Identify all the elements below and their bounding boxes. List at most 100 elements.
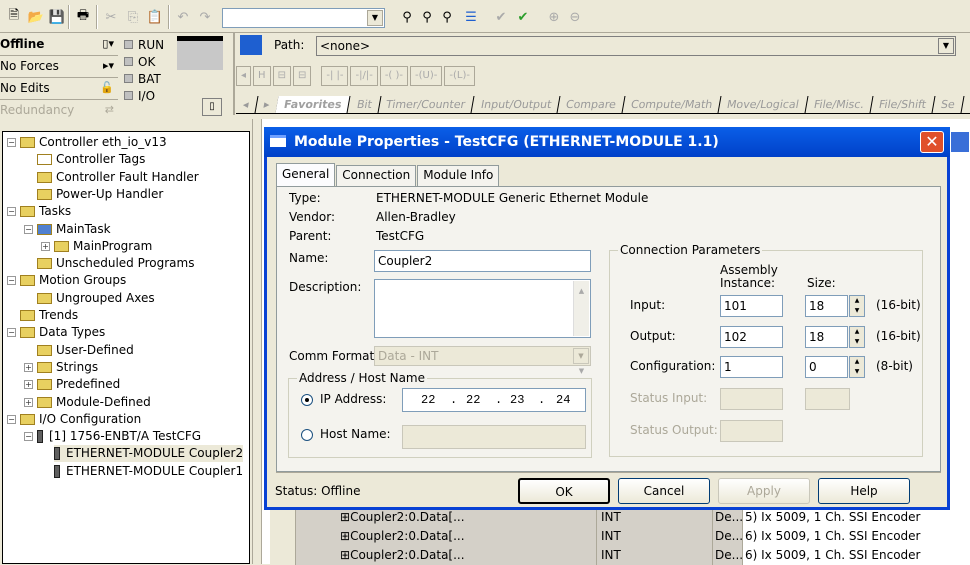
verify-routine-icon[interactable]: ✔ (490, 6, 512, 28)
chevron-down-icon[interactable]: ▼ (938, 38, 954, 54)
tree-node[interactable]: + Strings (24, 359, 98, 376)
tab-compute-math[interactable]: Compute/Math (622, 96, 722, 113)
tab-timer-counter[interactable]: Timer/Counter (377, 96, 476, 113)
search-combo[interactable]: ▼ (222, 8, 385, 28)
table-row[interactable]: ⊞Coupler2:0.Data[... INT De... 6) Ix 5009, … (270, 527, 970, 546)
tab-general[interactable]: General (276, 163, 336, 186)
size-spinner[interactable]: ▲ ▼ (849, 295, 865, 317)
ladder-otl-button[interactable]: -(L)- (444, 66, 475, 86)
row-header[interactable] (270, 527, 296, 546)
collapse-icon[interactable]: − (7, 138, 16, 147)
expand-icon[interactable]: + (24, 362, 33, 372)
size-field[interactable]: 0 (805, 356, 848, 378)
edits-status[interactable]: No Edits 🔓 (0, 78, 118, 100)
mode-dropdown-icon[interactable]: ▯▾ (102, 34, 114, 54)
copy-icon[interactable]: ⎘ (122, 6, 144, 28)
expand-icon[interactable]: + (24, 397, 33, 407)
forces-status[interactable]: No Forces ▸▾ (0, 56, 118, 78)
expand-icon[interactable]: ⊞ (340, 529, 350, 543)
size-field[interactable]: 18 (805, 326, 848, 348)
collapse-icon[interactable]: − (7, 328, 16, 338)
assembly-instance-field[interactable]: 1 (720, 356, 783, 378)
tree-node[interactable]: − Data Types (7, 324, 105, 341)
chevron-down-icon[interactable]: ▼ (573, 348, 589, 364)
tree-node[interactable]: + MainProgram (41, 238, 152, 255)
host-name-radio[interactable] (301, 429, 313, 441)
assembly-instance-field[interactable] (720, 420, 783, 442)
dialog-title-bar[interactable]: Module Properties - TestCFG (ETHERNET-MO… (264, 127, 950, 157)
expand-icon[interactable]: ⊞ (340, 510, 350, 524)
print-icon[interactable]: 🖶 (72, 6, 94, 28)
tree-node[interactable]: − I/O Configuration (7, 411, 141, 428)
assembly-instance-field[interactable]: 102 (720, 326, 783, 348)
apply-button[interactable]: Apply (718, 478, 810, 504)
ok-button[interactable]: OK (518, 478, 610, 504)
cut-icon[interactable]: ✂ (100, 6, 122, 28)
tree-node[interactable]: Ungrouped Axes (37, 290, 155, 307)
open-folder-icon[interactable]: 📂 (25, 6, 47, 28)
cancel-button[interactable]: Cancel (618, 478, 710, 504)
tree-node[interactable]: Controller Fault Handler (37, 169, 199, 186)
chevron-down-icon[interactable]: ▼ (367, 10, 383, 26)
tab-bit[interactable]: Bit (348, 96, 381, 113)
tab-file-shift[interactable]: File/Shift (870, 96, 936, 113)
collapse-icon[interactable]: − (24, 432, 33, 442)
new-file-icon[interactable]: 🗎 (3, 6, 25, 28)
assembly-instance-field[interactable]: 101 (720, 295, 783, 317)
tree-node[interactable]: − [1] 1756-ENBT/A TestCFG (24, 428, 201, 445)
assembly-instance-field[interactable] (720, 388, 783, 410)
row-header[interactable] (270, 508, 296, 527)
expand-icon[interactable]: + (41, 241, 50, 251)
find-icon[interactable]: ⚲ (396, 6, 418, 28)
expand-icon[interactable]: ⊞ (340, 548, 350, 562)
tab-connection[interactable]: Connection (336, 165, 417, 186)
save-icon[interactable]: 💾 (46, 6, 68, 28)
close-icon[interactable]: ✕ (920, 131, 944, 153)
tabs-scroll-left-icon[interactable]: ◂ (234, 96, 259, 113)
controller-properties-button[interactable]: ▯ (202, 98, 222, 116)
tab-file-misc[interactable]: File/Misc. (805, 96, 874, 113)
name-field[interactable]: Coupler2 (374, 250, 591, 272)
collapse-icon[interactable]: − (24, 224, 33, 234)
tab-sequencer[interactable]: Se (932, 96, 965, 113)
ladder-ote-button[interactable]: -( )- (379, 66, 409, 86)
lock-icon[interactable]: 🔓 (100, 78, 114, 98)
find-previous-icon[interactable]: ⚲ (416, 6, 438, 28)
ladder-branch-level-button[interactable]: ⊟ (292, 66, 312, 86)
row-header[interactable] (270, 546, 296, 565)
mode-status[interactable]: Offline ▯▾ (0, 34, 118, 56)
tree-node[interactable]: Trends (20, 307, 78, 324)
table-row[interactable]: ⊞Coupler2:0.Data[... INT De... 6) Ix 5009, … (270, 546, 970, 565)
tree-node[interactable]: Unscheduled Programs (37, 255, 194, 272)
rslinx-icon[interactable] (240, 35, 262, 55)
collapse-icon[interactable]: − (7, 207, 16, 217)
tab-input-output[interactable]: Input/Output (472, 96, 561, 113)
verify-controller-icon[interactable]: ✔ (512, 6, 534, 28)
tab-move-logical[interactable]: Move/Logical (718, 96, 809, 113)
collapse-icon[interactable]: − (7, 414, 16, 424)
help-button[interactable]: Help (818, 478, 910, 504)
zoom-out-icon[interactable]: ⊖ (564, 6, 586, 28)
tree-node[interactable]: − Tasks (7, 203, 71, 220)
size-field[interactable]: 18 (805, 295, 848, 317)
ip-address-radio[interactable] (301, 394, 313, 406)
collapse-icon[interactable]: − (7, 276, 16, 286)
tree-node[interactable]: − MainTask (24, 221, 111, 238)
tree-node[interactable]: ETHERNET-MODULE Coupler1 (54, 463, 243, 480)
ladder-xio-button[interactable]: -|/|- (350, 66, 378, 86)
ladder-xic-button[interactable]: -| |- (321, 66, 349, 86)
tree-node[interactable]: ETHERNET-MODULE Coupler2 (54, 445, 244, 463)
size-spinner[interactable]: ▲ ▼ (849, 326, 865, 348)
ladder-rung-button[interactable]: H (253, 66, 271, 86)
forces-dropdown-icon[interactable]: ▸▾ (103, 56, 114, 76)
tree-node[interactable]: − Motion Groups (7, 272, 126, 289)
find-crossref-icon[interactable]: ⚲ (436, 6, 458, 28)
paste-icon[interactable]: 📋 (144, 6, 166, 28)
path-combo[interactable]: <none> ▼ (316, 36, 956, 56)
description-field[interactable]: ▲ ▼ (374, 279, 591, 375)
tab-favorites[interactable]: Favorites (275, 96, 352, 113)
tree-node[interactable]: + Predefined (24, 376, 120, 393)
tree-node[interactable]: User-Defined (37, 342, 134, 359)
tree-node[interactable]: − Controller eth_io_v13 (7, 134, 167, 151)
tree-node[interactable]: + Module-Defined (24, 394, 151, 411)
